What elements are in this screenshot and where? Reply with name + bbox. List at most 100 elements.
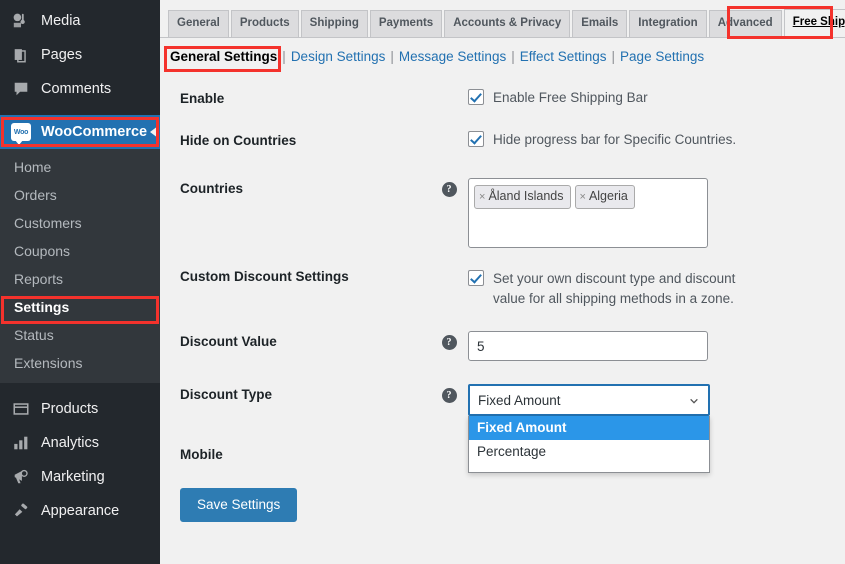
label-discount-value: Discount Value — [160, 325, 430, 359]
subnav-separator: | — [282, 49, 286, 64]
checkbox-enable-free-shipping-bar[interactable]: Enable Free Shipping Bar — [468, 88, 845, 108]
settings-tab-bar: GeneralProductsShippingPaymentsAccounts … — [160, 0, 845, 38]
help-slot-discount-type: ? — [430, 378, 468, 403]
subnav-separator: | — [390, 49, 394, 64]
discount-value-input[interactable] — [468, 331, 708, 361]
label-countries: Countries — [160, 172, 430, 206]
submenu-item-settings[interactable]: Settings — [0, 293, 160, 321]
dropdown-option-fixed-amount[interactable]: Fixed Amount — [469, 416, 709, 440]
main-content: GeneralProductsShippingPaymentsAccounts … — [160, 0, 845, 564]
help-slot-discount-value: ? — [430, 325, 468, 350]
chevron-down-icon — [689, 396, 699, 406]
sidebar-current-arrow-icon — [150, 126, 158, 138]
sidebar-top-menu: Media Pages Comments — [0, 0, 160, 106]
sub-navigation: General Settings | Design Settings | Message… — [160, 38, 845, 68]
sidebar-item-comments[interactable]: Comments — [0, 72, 160, 106]
help-slot-empty — [430, 260, 468, 270]
marketing-icon — [10, 467, 32, 487]
label-mobile: Mobile — [160, 438, 430, 472]
form-row-custom-discount-settings: Custom Discount Settings Set your own di… — [160, 260, 845, 309]
remove-tag-icon[interactable]: × — [479, 191, 485, 203]
countries-multiselect[interactable]: ×Åland Islands×Algeria — [468, 178, 708, 248]
checkbox-icon[interactable] — [468, 270, 484, 286]
subnav-general-settings[interactable]: General Settings — [170, 49, 277, 64]
analytics-icon — [10, 433, 32, 453]
appearance-icon — [10, 501, 32, 521]
subnav-separator: | — [511, 49, 515, 64]
subnav-message-settings[interactable]: Message Settings — [399, 49, 506, 64]
country-tag[interactable]: ×Algeria — [575, 185, 635, 209]
sidebar-item-pages[interactable]: Pages — [0, 38, 160, 72]
sidebar-item-media[interactable]: Media — [0, 4, 160, 38]
help-slot-empty — [430, 82, 468, 92]
help-slot-countries: ? — [430, 172, 468, 197]
country-tag[interactable]: ×Åland Islands — [474, 185, 571, 209]
admin-sidebar: Media Pages Comments — [0, 0, 160, 564]
tab-shipping[interactable]: Shipping — [301, 10, 368, 37]
country-tag-label: Åland Islands — [488, 189, 563, 203]
dropdown-option-percentage[interactable]: Percentage — [469, 440, 709, 464]
label-custom-discount-settings: Custom Discount Settings — [160, 260, 430, 294]
submenu-item-status[interactable]: Status — [0, 321, 160, 349]
help-slot-empty — [430, 438, 468, 448]
subnav-design-settings[interactable]: Design Settings — [291, 49, 386, 64]
sidebar-divider-2 — [0, 383, 160, 392]
tab-advanced[interactable]: Advanced — [709, 10, 782, 37]
remove-tag-icon[interactable]: × — [580, 191, 586, 203]
help-slot-empty — [430, 124, 468, 134]
sidebar-item-label: Comments — [41, 81, 111, 97]
country-tag-label: Algeria — [589, 189, 628, 203]
discount-type-select[interactable]: Fixed Amount — [468, 384, 710, 416]
form-row-hide-on-countries: Hide on Countries Hide progress bar for … — [160, 124, 845, 158]
subnav-page-settings[interactable]: Page Settings — [620, 49, 704, 64]
tab-accounts-privacy[interactable]: Accounts & Privacy — [444, 10, 570, 37]
sidebar-item-label: Media — [41, 13, 81, 29]
checkbox-hide-progress-bar[interactable]: Hide progress bar for Specific Countries… — [468, 130, 845, 150]
products-icon — [10, 399, 32, 419]
sidebar-item-marketing[interactable]: Marketing — [0, 460, 160, 494]
admin-screen: Media Pages Comments — [0, 0, 845, 564]
tab-payments[interactable]: Payments — [370, 10, 442, 37]
tab-products[interactable]: Products — [231, 10, 299, 37]
submenu-item-customers[interactable]: Customers — [0, 209, 160, 237]
checkbox-label: Hide progress bar for Specific Countries… — [493, 130, 736, 150]
tab-integration[interactable]: Integration — [629, 10, 706, 37]
pages-icon — [10, 45, 32, 65]
checkbox-icon[interactable] — [468, 131, 484, 147]
sidebar-item-analytics[interactable]: Analytics — [0, 426, 160, 460]
sidebar-item-label: WooCommerce — [41, 124, 147, 140]
help-icon[interactable]: ? — [442, 388, 457, 403]
woocommerce-submenu: Home Orders Customers Coupons Reports Se… — [0, 149, 160, 383]
checkbox-icon[interactable] — [468, 89, 484, 105]
checkbox-custom-discount[interactable]: Set your own discount type and discount … — [468, 269, 758, 309]
form-row-enable: Enable Enable Free Shipping Bar — [160, 82, 845, 116]
sidebar-item-products[interactable]: Products — [0, 392, 160, 426]
help-icon[interactable]: ? — [442, 335, 457, 350]
tab-free-shipping-bar[interactable]: Free Shipping bar — [784, 9, 845, 37]
sidebar-item-label: Pages — [41, 47, 82, 63]
sidebar-item-appearance[interactable]: Appearance — [0, 494, 160, 528]
submenu-item-coupons[interactable]: Coupons — [0, 237, 160, 265]
sidebar-item-label: Appearance — [41, 503, 119, 519]
sidebar-bottom-menu: Products Analytics — [0, 392, 160, 528]
subnav-effect-settings[interactable]: Effect Settings — [520, 49, 607, 64]
sidebar-item-label: Products — [41, 401, 98, 417]
woocommerce-icon: Woo — [10, 122, 32, 142]
submenu-item-orders[interactable]: Orders — [0, 181, 160, 209]
settings-form: Enable Enable Free Shipping Bar Hide on … — [160, 68, 845, 522]
label-discount-type: Discount Type — [160, 378, 430, 412]
submenu-item-extensions[interactable]: Extensions — [0, 349, 160, 377]
sidebar-divider — [0, 106, 160, 115]
sidebar-item-woocommerce[interactable]: Woo WooCommerce — [0, 115, 160, 149]
tab-emails[interactable]: Emails — [572, 10, 627, 37]
submenu-item-reports[interactable]: Reports — [0, 265, 160, 293]
label-hide-on-countries: Hide on Countries — [160, 124, 430, 158]
label-enable: Enable — [160, 82, 430, 116]
checkbox-label: Set your own discount type and discount … — [493, 269, 758, 309]
tab-general[interactable]: General — [168, 10, 229, 37]
help-icon[interactable]: ? — [442, 182, 457, 197]
submenu-item-home[interactable]: Home — [0, 153, 160, 181]
woo-badge-text: Woo — [14, 129, 28, 136]
form-row-discount-type: Discount Type ? Fixed Amount Fixed Amo — [160, 378, 845, 416]
save-settings-button[interactable]: Save Settings — [180, 488, 297, 522]
